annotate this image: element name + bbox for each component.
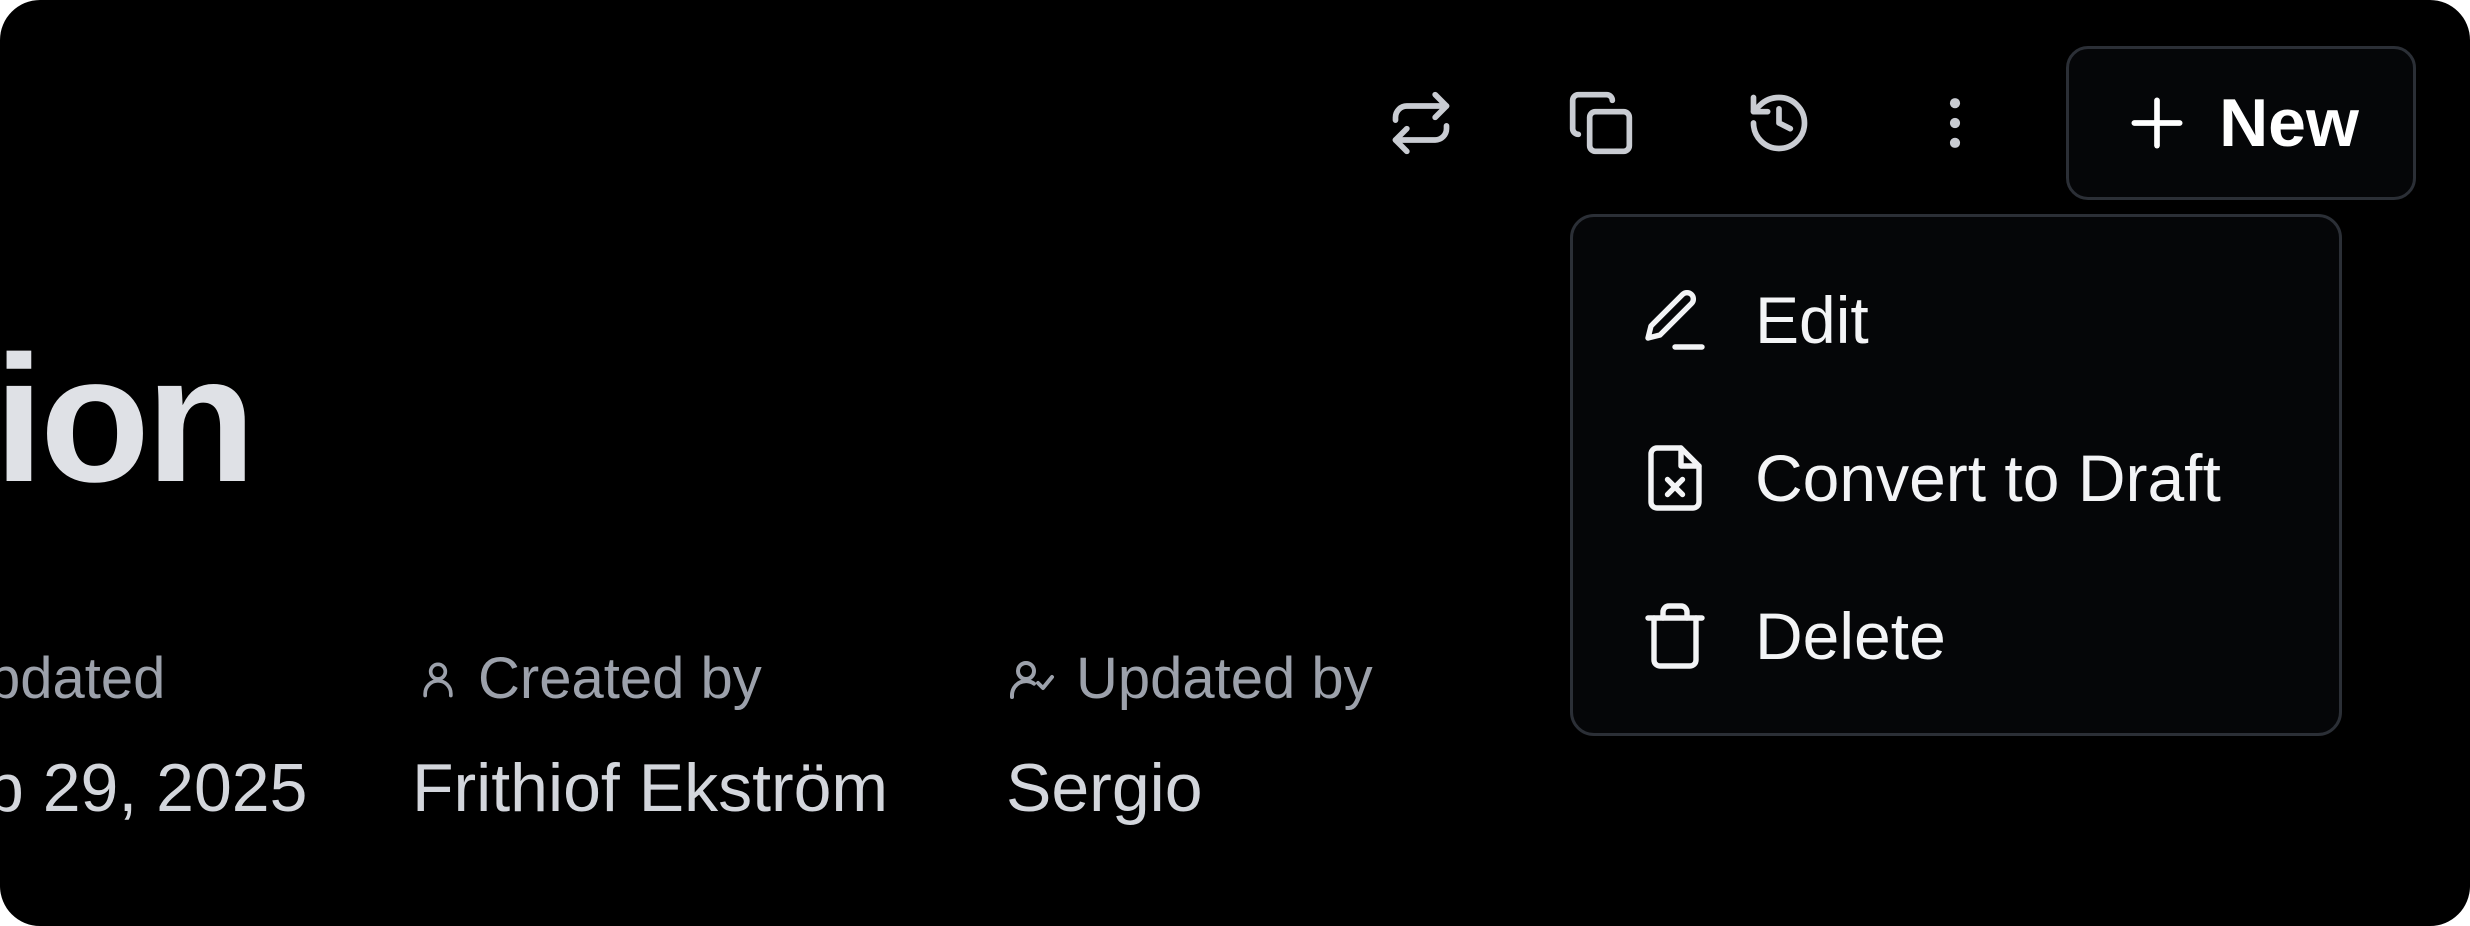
copy-icon[interactable] [1566, 88, 1636, 158]
meta-updated-label-text: pdated [0, 646, 166, 711]
meta-created-by-label: Created by [416, 644, 762, 714]
menu-item-delete[interactable]: Delete [1573, 571, 2339, 701]
file-x-icon [1639, 442, 1711, 514]
menu-item-delete-label: Delete [1755, 599, 1946, 673]
more-vertical-icon[interactable] [1920, 88, 1990, 158]
new-button[interactable]: New [2066, 46, 2416, 200]
meta-updated-by-value: Sergio [1006, 750, 1203, 826]
menu-item-convert-to-draft[interactable]: Convert to Draft [1573, 413, 2339, 543]
menu-item-edit[interactable]: Edit [1573, 255, 2339, 385]
meta-updated-by-label-text: Updated by [1076, 646, 1373, 711]
history-icon[interactable] [1744, 88, 1814, 158]
pencil-icon [1639, 284, 1711, 356]
actions-menu: Edit Convert to Draft Delete [1570, 214, 2342, 736]
page-panel: ion pdated b 29, 2025 Created by Frithio… [0, 0, 2470, 926]
page-title: ion [0, 319, 256, 520]
menu-item-edit-label: Edit [1755, 283, 1869, 357]
meta-created-by-value: Frithiof Ekström [412, 750, 889, 826]
meta-updated-by-label: Updated by [1006, 644, 1373, 714]
plus-icon [2123, 89, 2191, 157]
new-button-label: New [2219, 85, 2359, 161]
menu-item-convert-label: Convert to Draft [1755, 441, 2221, 515]
meta-updated-label: pdated [0, 644, 165, 714]
user-check-icon [1006, 655, 1058, 703]
meta-created-by-label-text: Created by [478, 646, 762, 711]
meta-updated-value: b 29, 2025 [0, 750, 308, 826]
user-icon [416, 657, 460, 701]
repeat-icon[interactable] [1386, 88, 1456, 158]
trash-icon [1639, 600, 1711, 672]
